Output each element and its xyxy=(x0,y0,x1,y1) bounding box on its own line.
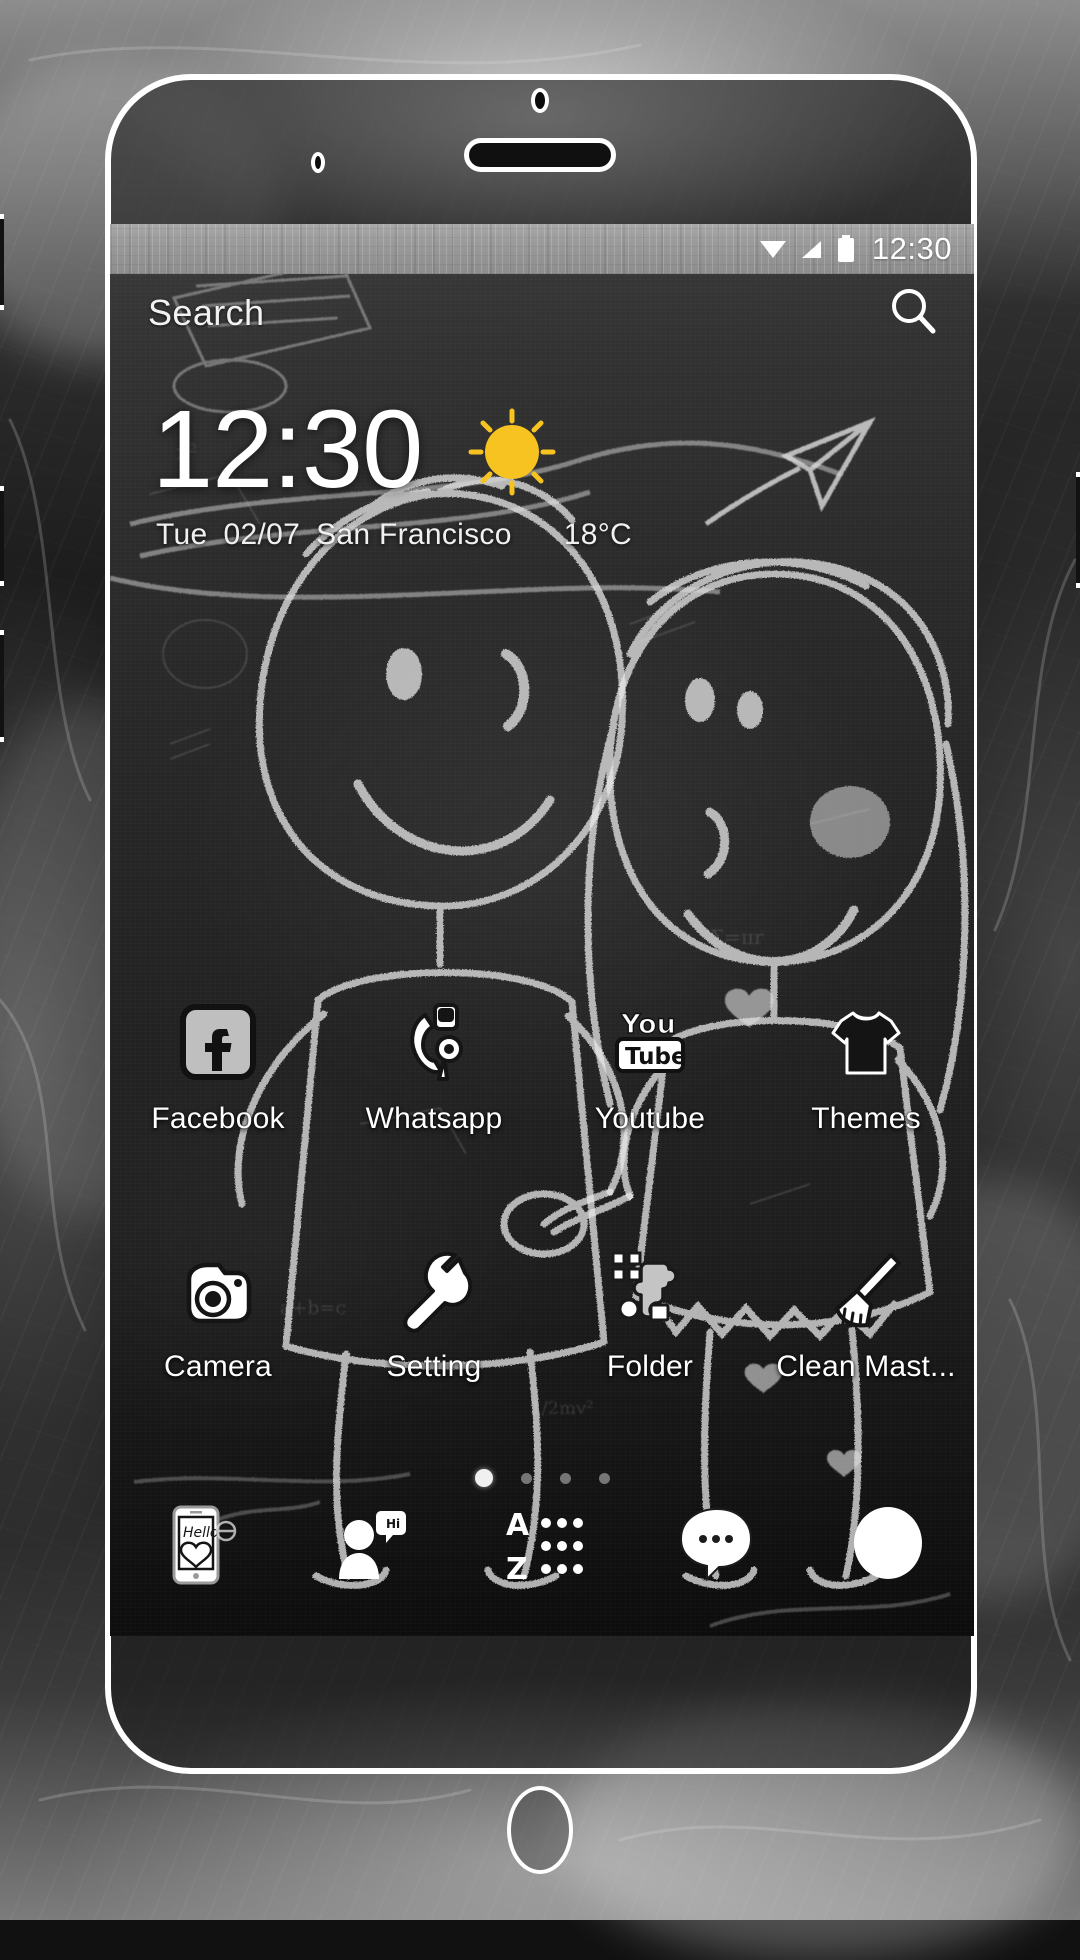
app-whatsapp[interactable]: Whatsapp xyxy=(326,994,542,1136)
sun-icon xyxy=(466,406,558,503)
whatsapp-icon[interactable] xyxy=(386,994,482,1090)
app-label: Whatsapp xyxy=(366,1102,503,1136)
app-label: Youtube xyxy=(595,1102,705,1136)
puzzle-icon[interactable] xyxy=(602,1242,698,1338)
search-input[interactable]: Search xyxy=(148,292,264,334)
dock: Hello! Hi xyxy=(110,1470,974,1620)
app-label: Clean Mast... xyxy=(776,1350,955,1384)
clock-time[interactable]: 12:30 xyxy=(152,396,422,504)
svg-text:You: You xyxy=(620,1009,676,1040)
clock-row: 12:30 xyxy=(152,396,852,504)
assist-button[interactable] xyxy=(0,630,4,742)
app-clean-master[interactable]: Clean Mast... xyxy=(758,1242,974,1384)
svg-text:Z: Z xyxy=(506,1552,528,1587)
dock-item-messages[interactable] xyxy=(628,1499,801,1591)
weather-temperature: 18°C xyxy=(564,518,632,552)
search-icon[interactable] xyxy=(886,284,940,343)
speech-bubble-icon[interactable] xyxy=(669,1499,761,1591)
phone-screen: x² Σ=πr a+b=c 1/2mv² xyxy=(110,224,974,1636)
app-setting[interactable]: Setting xyxy=(326,1242,542,1384)
clock-weather-widget[interactable]: 12:30 Tue xyxy=(152,396,852,552)
app-facebook[interactable]: Facebook xyxy=(110,994,326,1136)
dock-item-contacts[interactable]: Hi xyxy=(283,1499,456,1591)
app-label: Folder xyxy=(607,1350,693,1384)
home-button[interactable] xyxy=(507,1786,573,1874)
app-drawer-az-icon[interactable]: A Z xyxy=(496,1499,588,1591)
app-youtube[interactable]: You Tube Youtube xyxy=(542,994,758,1136)
dock-item-browser[interactable] xyxy=(801,1499,974,1591)
tshirt-icon[interactable] xyxy=(818,994,914,1090)
dock-item-app-drawer[interactable]: A Z xyxy=(456,1499,629,1591)
app-row-2: Camera Setting xyxy=(110,1242,974,1384)
app-themes[interactable]: Themes xyxy=(758,994,974,1136)
wifi-icon xyxy=(758,237,788,261)
youtube-icon[interactable]: You Tube xyxy=(602,994,698,1090)
svg-text:A: A xyxy=(506,1508,530,1543)
camera-icon[interactable] xyxy=(170,1242,266,1338)
search-bar[interactable]: Search xyxy=(110,274,974,352)
volume-up-button[interactable] xyxy=(0,214,4,310)
app-label: Setting xyxy=(387,1350,482,1384)
volume-down-button[interactable] xyxy=(0,486,4,586)
status-bar-time: 12:30 xyxy=(872,231,952,267)
status-bar[interactable]: 12:30 xyxy=(110,224,974,274)
weather-day: Tue xyxy=(156,518,207,552)
browser-oval-icon[interactable] xyxy=(842,1499,934,1591)
app-label: Camera xyxy=(164,1350,272,1384)
app-camera[interactable]: Camera xyxy=(110,1242,326,1384)
svg-text:Tube: Tube xyxy=(625,1044,687,1070)
facebook-icon[interactable] xyxy=(170,994,266,1090)
proximity-sensor-icon xyxy=(311,152,325,173)
weather-date: 02/07 xyxy=(223,518,300,552)
app-row-1: Facebook Whatsapp xyxy=(110,994,974,1136)
person-chat-icon[interactable]: Hi xyxy=(323,1499,415,1591)
phone-hello-icon[interactable]: Hello! xyxy=(150,1499,242,1591)
front-camera-icon xyxy=(531,88,549,113)
earpiece-speaker-icon xyxy=(464,138,616,172)
signal-icon xyxy=(800,237,824,261)
app-folder[interactable]: Folder xyxy=(542,1242,758,1384)
app-label: Facebook xyxy=(151,1102,284,1136)
svg-text:Hi: Hi xyxy=(386,1517,400,1531)
power-button[interactable] xyxy=(1076,472,1080,588)
weather-summary: Tue 02/07 San Francisco 18°C xyxy=(156,518,852,552)
app-label: Themes xyxy=(811,1102,921,1136)
wrench-icon[interactable] xyxy=(386,1242,482,1338)
battery-icon xyxy=(836,235,856,263)
weather-city: San Francisco xyxy=(316,518,512,552)
broom-icon[interactable] xyxy=(818,1242,914,1338)
dock-item-phone[interactable]: Hello! xyxy=(110,1499,283,1591)
